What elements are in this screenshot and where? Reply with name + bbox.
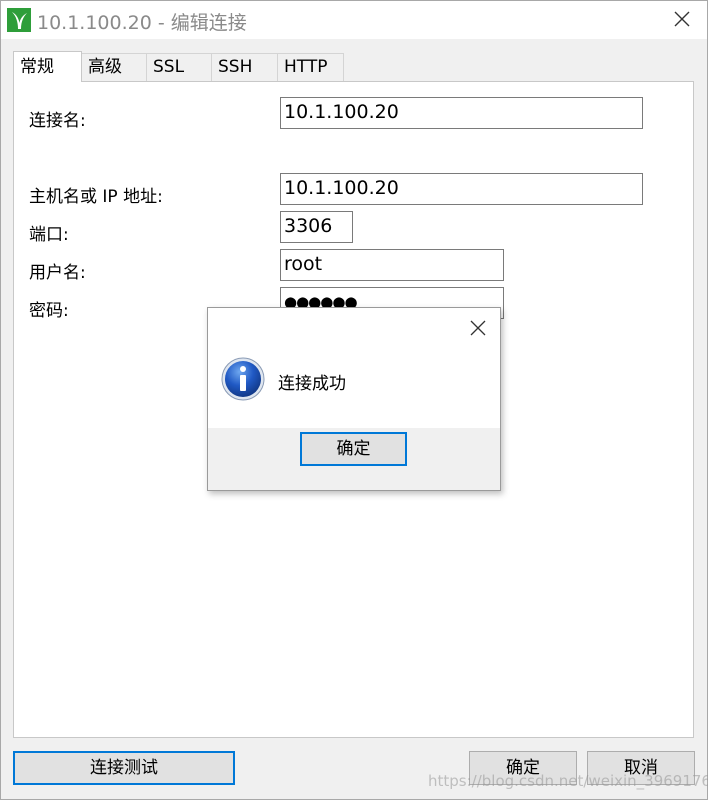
close-icon xyxy=(674,11,690,27)
connection-success-dialog: 连接成功 确定 xyxy=(207,307,501,491)
title-bar[interactable]: 10.1.100.20 - 编辑连接 xyxy=(1,1,707,39)
tab-general[interactable]: 常规 xyxy=(13,51,82,82)
host-label: 主机名或 IP 地址: xyxy=(29,187,163,207)
close-icon xyxy=(470,320,486,336)
tab-advanced[interactable]: 高级 xyxy=(81,53,147,81)
cancel-button[interactable]: 取消 xyxy=(587,751,695,785)
host-input[interactable]: 10.1.100.20 xyxy=(280,173,643,205)
navicat-app-icon xyxy=(7,8,31,32)
username-label: 用户名: xyxy=(29,263,86,283)
dialog-close-button[interactable] xyxy=(460,312,496,344)
port-label: 端口: xyxy=(29,225,69,245)
username-input[interactable]: root xyxy=(280,249,504,281)
dialog-ok-button[interactable]: 确定 xyxy=(300,432,407,466)
window-title: 10.1.100.20 - 编辑连接 xyxy=(37,12,247,34)
info-icon xyxy=(220,356,266,402)
port-input[interactable]: 3306 xyxy=(280,211,353,243)
test-connection-button[interactable]: 连接测试 xyxy=(13,751,235,785)
tab-ssl[interactable]: SSL xyxy=(146,53,212,81)
window-close-button[interactable] xyxy=(661,3,703,35)
dialog-message: 连接成功 xyxy=(278,374,346,394)
tab-http[interactable]: HTTP xyxy=(277,53,344,81)
connection-name-input[interactable]: 10.1.100.20 xyxy=(280,97,643,129)
connection-name-label: 连接名: xyxy=(29,111,86,131)
dialog-content-area: 连接成功 xyxy=(208,308,500,428)
password-label: 密码: xyxy=(29,301,69,321)
tab-ssh[interactable]: SSH xyxy=(211,53,278,81)
ok-button[interactable]: 确定 xyxy=(469,751,577,785)
